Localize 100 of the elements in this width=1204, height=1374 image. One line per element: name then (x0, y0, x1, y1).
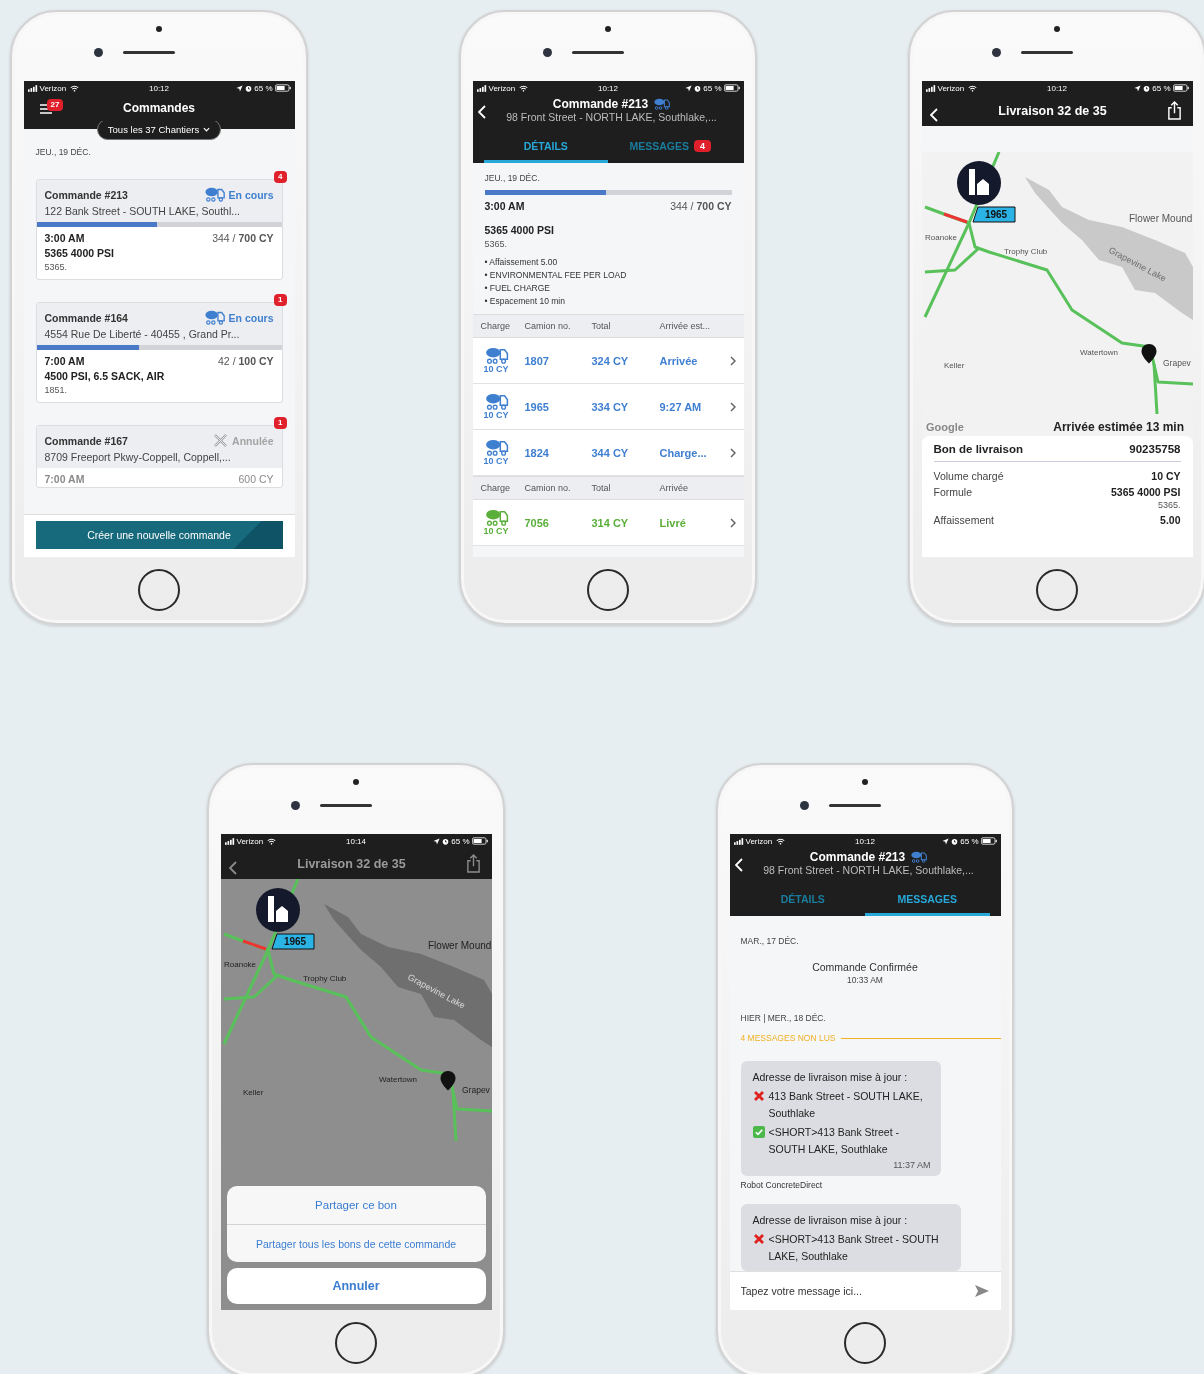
map-label: Roanoke (924, 233, 957, 242)
cancel-button[interactable]: Annuler (226, 1268, 486, 1304)
product-code: 1851. (44, 385, 69, 395)
battery-label: 65 % (703, 83, 722, 93)
truck-row[interactable]: 10 CY 1824 344 CY Charge... (472, 430, 744, 476)
ticket-title: Bon de livraison (933, 443, 1023, 455)
notification-badge: 4 (694, 139, 711, 152)
home-button[interactable] (587, 569, 629, 611)
location-icon (236, 84, 244, 92)
date-label: JEU., 19 DÉC. (484, 173, 541, 183)
clock-label: 10:12 (1047, 83, 1067, 93)
signal-icon (925, 84, 936, 92)
ticket-field-label: Volume chargé (933, 470, 1004, 482)
truck-number: 7056 (524, 516, 550, 529)
sender-name: Robot ConcreteDirect (740, 1180, 824, 1190)
order-address: 122 Bank Street - SOUTH LAKE, Southl... (44, 205, 241, 217)
total-volume: 334 CY (591, 400, 630, 413)
clock-label: 10:12 (855, 836, 875, 846)
column-header: Camion no. (524, 483, 572, 493)
mixer-truck-icon (484, 393, 509, 410)
carrier-label: Verizon (236, 836, 264, 846)
column-header: Arrivée est... (659, 321, 711, 331)
wifi-icon (70, 84, 80, 92)
map-label: Keller (242, 1088, 263, 1097)
home-button[interactable] (138, 569, 180, 611)
map-label: Trophy Club (302, 974, 346, 983)
order-status: Annulée (232, 434, 274, 447)
column-header: Charge (480, 321, 512, 331)
map-label: Watertown (1079, 348, 1118, 357)
location-pin-icon (440, 1071, 455, 1091)
column-header: Total (591, 483, 612, 493)
load-volume: 10 CY (483, 456, 509, 466)
quantity-label: 344 / 700 CY (212, 232, 274, 244)
ticket-field-label: Affaissement (933, 514, 994, 526)
mixer-truck-icon (484, 347, 509, 364)
wifi-icon (968, 84, 978, 92)
sensor-icon (862, 779, 868, 785)
battery-icon (471, 837, 488, 845)
column-header: Total (591, 321, 612, 331)
order-title: Commande #213 (44, 188, 128, 201)
order-card[interactable]: Commande #167 Annulée 8709 Freeport Pkwy-Coppell, Coppell,... 7:00 AM 600 CY (35, 425, 283, 488)
home-button[interactable] (844, 1322, 886, 1364)
order-title: Commande #164 (44, 311, 128, 324)
order-address: 98 Front Street - NORTH LAKE, Southlake,... (763, 864, 974, 876)
signal-icon (476, 84, 487, 92)
order-status: En cours (228, 188, 274, 201)
alarm-icon (694, 84, 702, 92)
menu-icon[interactable] (39, 104, 52, 114)
eta-label: Arrivée estimée 13 min (1052, 420, 1184, 434)
product-name: 5365 4000 PSI (484, 224, 555, 236)
location-icon (685, 84, 693, 92)
create-order-button[interactable]: Créer une nouvelle commande (35, 521, 283, 549)
message-text: Adresse de livraison mise à jour : (752, 1213, 908, 1228)
sensor-icon (605, 26, 611, 32)
signal-icon (733, 837, 744, 845)
speaker-icon (571, 51, 624, 54)
sensor-icon (156, 26, 162, 32)
battery-icon (723, 84, 740, 92)
truck-row[interactable]: 10 CY 1965 334 CY 9:27 AM (472, 384, 744, 430)
wifi-icon (267, 837, 277, 845)
order-title: Commande #167 (44, 434, 128, 447)
clock-label: 10:12 (149, 83, 169, 93)
tab[interactable]: DÉTAILS (483, 131, 608, 163)
tab[interactable]: MESSAGES (865, 884, 990, 916)
alarm-icon (1143, 84, 1151, 92)
speaker-icon (319, 804, 372, 807)
home-button[interactable] (335, 1322, 377, 1364)
location-pin-icon (1141, 344, 1156, 364)
tab[interactable]: DÉTAILS (740, 884, 865, 916)
sensor-icon (353, 779, 359, 785)
event-time: 10:33 AM (847, 975, 883, 985)
ticket-field-value: 5.00 (1160, 514, 1181, 526)
share-option[interactable]: Partager ce bon (226, 1186, 486, 1224)
tab[interactable]: MESSAGES 4 (608, 131, 733, 163)
column-header: Camion no. (524, 321, 572, 331)
order-card[interactable]: Commande #213 En cours 122 Bank Street - SOUTH LAKE, Southl... 3:00 AM 344 / 700 CY 5365 4000 PSI 5365. (35, 179, 283, 280)
order-address: 98 Front Street - NORTH LAKE, Southlake,... (506, 111, 717, 123)
order-card[interactable]: Commande #164 En cours 4554 Rue De Liberté - 40455 , Grand Pr... 7:00 AM 42 / 100 CY 4500 PSI, 6.5 SACK, AIR 1851. (35, 302, 283, 403)
arrival-status: Livré (659, 516, 687, 529)
message-text: <SHORT>413 Bank Street - SOUTH LAKE, Southlake (768, 1125, 901, 1157)
load-volume: 10 CY (483, 410, 509, 420)
quantity-label: 344 / 700 CY (670, 200, 732, 212)
send-icon[interactable] (974, 1285, 989, 1297)
truck-row[interactable]: 10 CY 7056 314 CY Livré (472, 500, 744, 546)
total-volume: 344 CY (591, 446, 630, 459)
truck-row[interactable]: 10 CY 1807 324 CY Arrivée (472, 338, 744, 384)
alarm-icon (951, 837, 959, 845)
battery-icon (980, 837, 997, 845)
map-label: Flower Mound (427, 940, 491, 951)
location-icon (433, 837, 441, 845)
chevron-down-icon (203, 126, 211, 132)
order-address: 8709 Freeport Pkwy-Coppell, Coppell,... (44, 451, 232, 463)
mixer-truck-icon (484, 439, 509, 456)
map-label: Trophy Club (1003, 247, 1047, 256)
home-button[interactable] (1036, 569, 1078, 611)
delivery-time: 3:00 AM (484, 200, 525, 212)
wifi-icon (519, 84, 529, 92)
share-option[interactable]: Partager tous les bons de cette commande (226, 1224, 486, 1262)
mixer-truck-icon (911, 851, 928, 863)
camera-icon (542, 48, 552, 57)
